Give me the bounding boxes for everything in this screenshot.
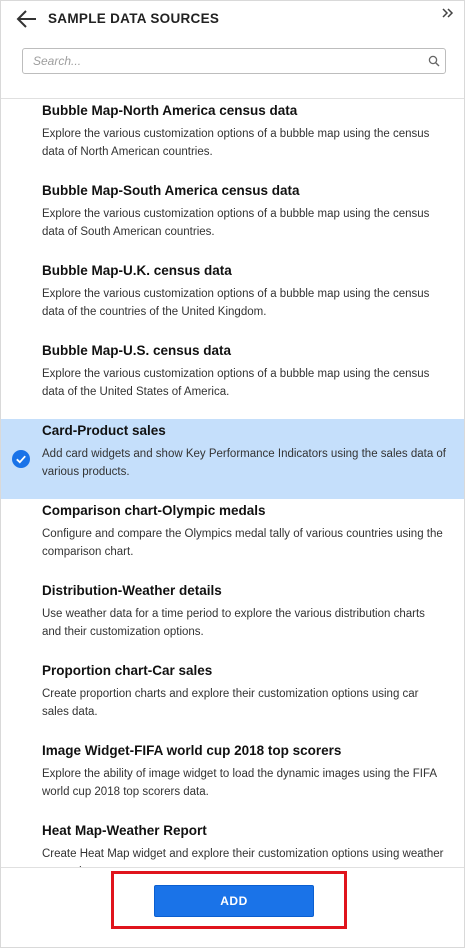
list-item-card-product-sales[interactable]: Card-Product sales Add card widgets and … bbox=[1, 419, 464, 499]
list-item-comparison-chart-olympic[interactable]: Comparison chart-Olympic medals Configur… bbox=[1, 499, 464, 579]
arrow-left-icon bbox=[16, 10, 36, 28]
item-description: Create Heat Map widget and explore their… bbox=[42, 848, 444, 867]
list-item-heat-map-weather[interactable]: Heat Map-Weather Report Create Heat Map … bbox=[1, 819, 464, 867]
list-item-distribution-weather[interactable]: Distribution-Weather details Use weather… bbox=[1, 579, 464, 659]
list-item-bubble-map-us[interactable]: Bubble Map-U.S. census data Explore the … bbox=[1, 339, 464, 419]
search-box bbox=[22, 48, 446, 74]
collapse-panel-button[interactable] bbox=[441, 6, 455, 20]
item-description: Use weather data for a time period to ex… bbox=[42, 608, 425, 638]
list-item-bubble-map-north-america[interactable]: Bubble Map-North America census data Exp… bbox=[1, 99, 464, 179]
item-title: Bubble Map-North America census data bbox=[42, 103, 298, 118]
search-input[interactable] bbox=[33, 52, 413, 70]
item-title: Bubble Map-U.S. census data bbox=[42, 343, 232, 358]
list-item-bubble-map-uk[interactable]: Bubble Map-U.K. census data Explore the … bbox=[1, 259, 464, 339]
add-button[interactable]: ADD bbox=[154, 885, 314, 917]
page-title: SAMPLE DATA SOURCES bbox=[48, 11, 220, 26]
back-button[interactable] bbox=[15, 8, 39, 30]
panel-footer: ADD bbox=[1, 868, 464, 947]
search-icon[interactable] bbox=[428, 55, 440, 67]
check-circle-icon bbox=[12, 450, 30, 468]
item-title: Bubble Map-U.K. census data bbox=[42, 263, 232, 278]
item-description: Explore the ability of image widget to l… bbox=[42, 768, 437, 798]
list-item-proportion-chart-car-sales[interactable]: Proportion chart-Car sales Create propor… bbox=[1, 659, 464, 739]
item-title: Distribution-Weather details bbox=[42, 583, 222, 598]
item-title: Card-Product sales bbox=[42, 423, 166, 438]
item-description: Explore the various customization option… bbox=[42, 368, 430, 398]
list-item-image-widget-fifa[interactable]: Image Widget-FIFA world cup 2018 top sco… bbox=[1, 739, 464, 819]
panel-header: SAMPLE DATA SOURCES bbox=[1, 1, 464, 37]
item-description: Explore the various customization option… bbox=[42, 128, 430, 158]
list-item-bubble-map-south-america[interactable]: Bubble Map-South America census data Exp… bbox=[1, 179, 464, 259]
item-description: Explore the various customization option… bbox=[42, 208, 430, 238]
double-chevron-right-icon bbox=[442, 8, 454, 18]
item-title: Heat Map-Weather Report bbox=[42, 823, 207, 838]
item-description: Explore the various customization option… bbox=[42, 288, 430, 318]
item-title: Image Widget-FIFA world cup 2018 top sco… bbox=[42, 743, 342, 758]
item-title: Proportion chart-Car sales bbox=[42, 663, 213, 678]
item-title: Bubble Map-South America census data bbox=[42, 183, 300, 198]
item-description: Add card widgets and show Key Performanc… bbox=[42, 448, 447, 478]
item-title: Comparison chart-Olympic medals bbox=[42, 503, 266, 518]
item-description: Create proportion charts and explore the… bbox=[42, 688, 419, 718]
sample-data-sources-panel: SAMPLE DATA SOURCES Bubble Map-North Ame… bbox=[0, 0, 465, 948]
data-source-list: Bubble Map-North America census data Exp… bbox=[1, 99, 464, 867]
item-description: Configure and compare the Olympics medal… bbox=[42, 528, 443, 558]
